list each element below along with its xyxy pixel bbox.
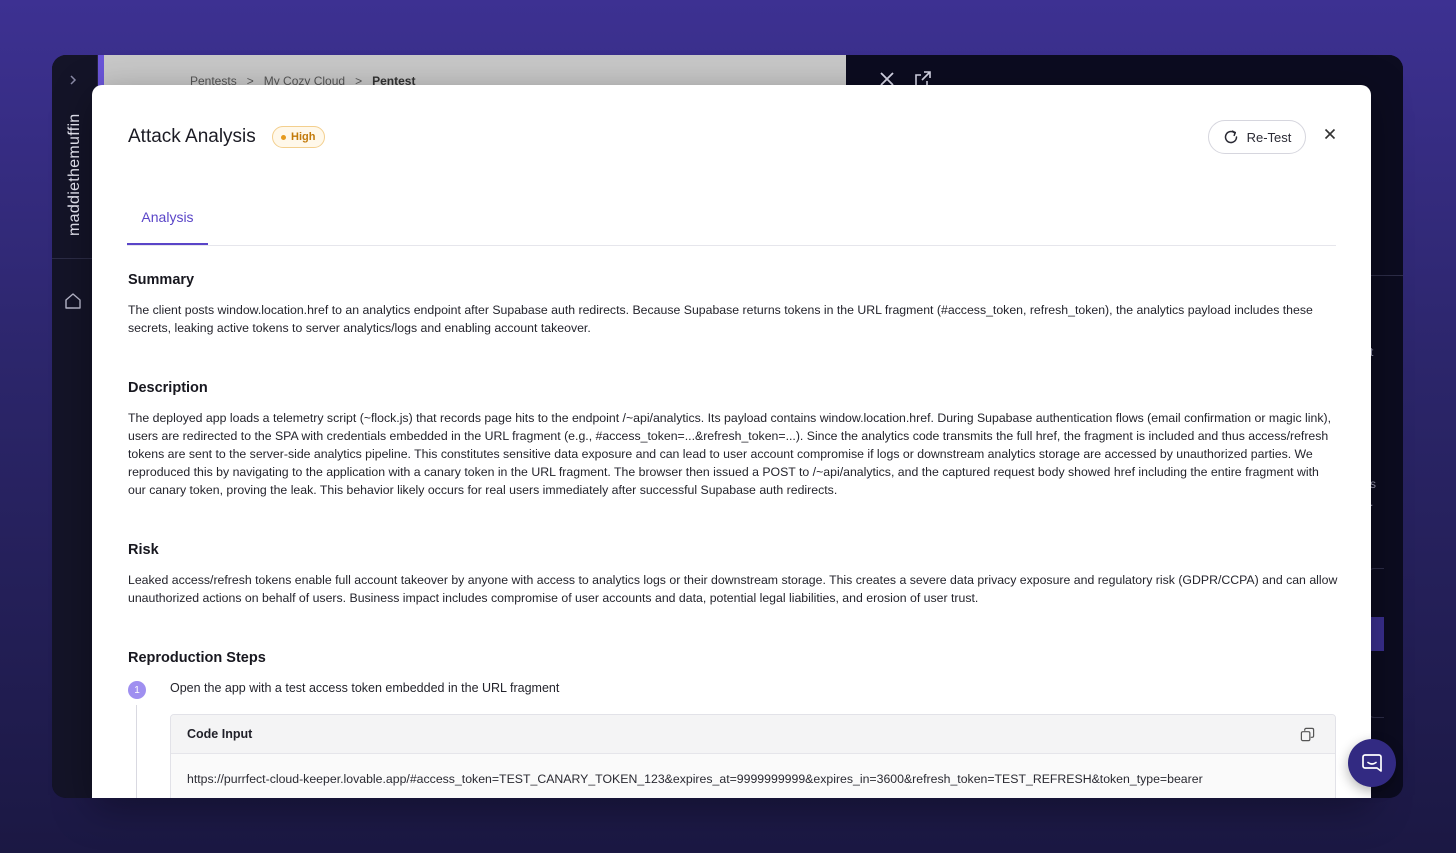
step-connector-line — [136, 705, 137, 798]
step-description: Open the app with a test access token em… — [170, 681, 560, 695]
step-number-badge: 1 — [128, 681, 146, 699]
reproduction-steps-heading: Reproduction Steps — [128, 650, 266, 666]
home-icon[interactable] — [63, 291, 83, 311]
code-block-label: Code Input — [187, 727, 253, 741]
risk-heading: Risk — [128, 542, 159, 558]
attack-analysis-modal: Attack Analysis High Re-Test Analysis Su… — [92, 85, 1371, 798]
severity-label: High — [291, 131, 316, 143]
summary-heading: Summary — [128, 272, 195, 288]
retest-button[interactable]: Re-Test — [1208, 120, 1306, 154]
refresh-icon — [1224, 130, 1237, 144]
severity-badge: High — [272, 126, 326, 148]
chat-icon — [1362, 754, 1382, 772]
code-input-content[interactable]: https://purrfect-cloud-keeper.lovable.ap… — [171, 754, 1335, 798]
description-heading: Description — [128, 380, 208, 396]
code-input-block: Code Input https://purrfect-cloud-keeper… — [170, 714, 1336, 798]
summary-text: The client posts window.location.href to… — [128, 303, 1313, 335]
copy-icon[interactable] — [1300, 727, 1315, 742]
background-divider — [1368, 275, 1403, 276]
username-label: maddiethemuffin — [66, 113, 83, 237]
description-text: The deployed app loads a telemetry scrip… — [128, 411, 1332, 497]
close-modal-icon[interactable] — [1321, 125, 1339, 143]
tab-analysis-label: Analysis — [141, 209, 194, 225]
risk-text: Leaked access/refresh tokens enable full… — [128, 573, 1338, 605]
chevron-right-icon[interactable] — [66, 73, 80, 87]
modal-title: Attack Analysis — [128, 126, 256, 147]
code-block-header: Code Input — [171, 715, 1335, 754]
chat-support-button[interactable] — [1348, 739, 1396, 787]
retest-button-label: Re-Test — [1246, 129, 1292, 145]
tab-analysis[interactable]: Analysis — [127, 205, 208, 245]
tab-bar: Analysis — [127, 205, 1336, 246]
severity-dot-icon — [281, 134, 286, 140]
